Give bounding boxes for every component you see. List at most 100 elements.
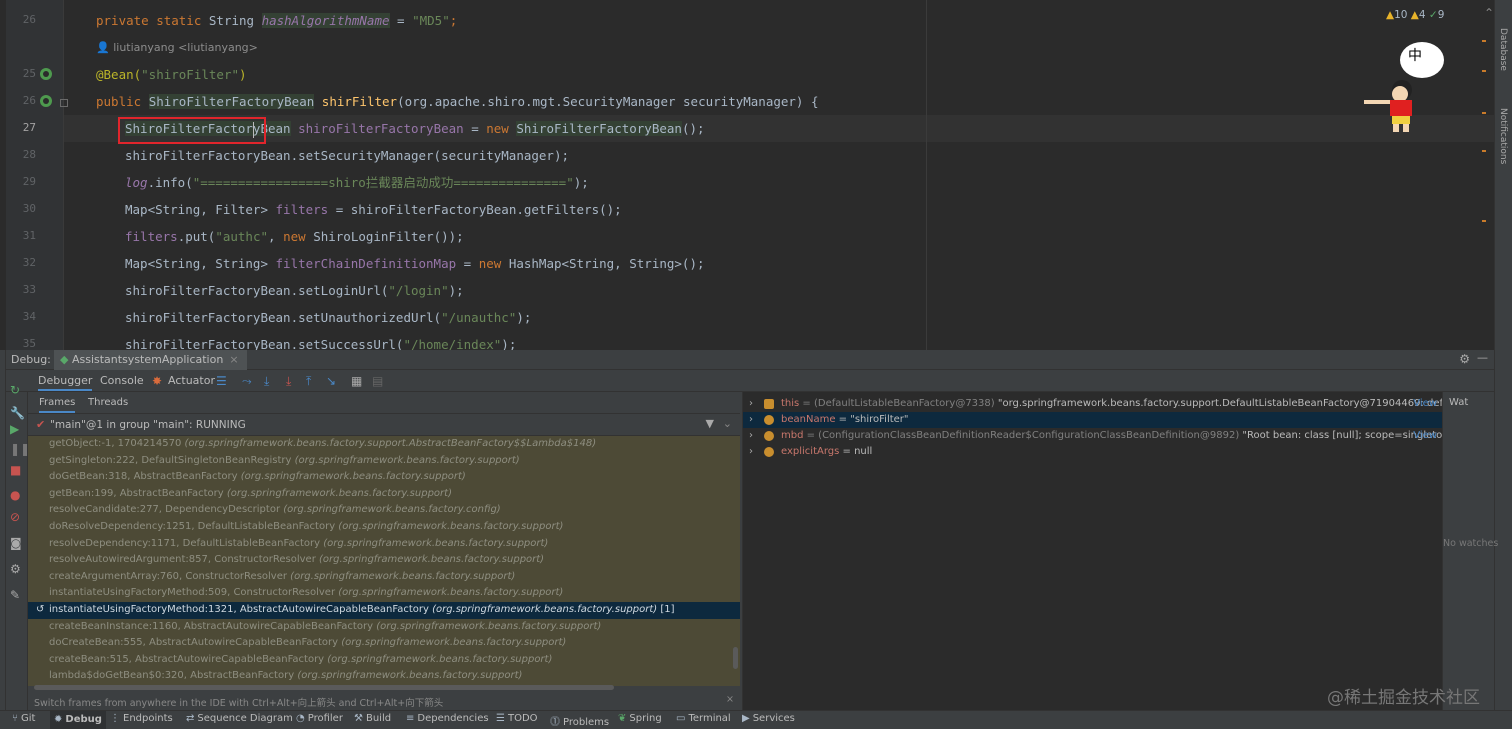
rerun-icon[interactable]: ↻ (10, 383, 20, 397)
frame-row[interactable]: doGetBean:318, AbstractBeanFactory (org.… (28, 469, 740, 486)
frame-row[interactable]: getSingleton:222, DefaultSingletonBeanRe… (28, 453, 740, 470)
evaluate-icon[interactable]: ▦ (351, 374, 362, 388)
step-into-icon[interactable]: ⤓ (286, 374, 291, 389)
frames-hint: Switch frames from anywhere in the IDE w… (28, 692, 740, 710)
frame-row[interactable]: getBean:199, AbstractBeanFactory (org.sp… (28, 486, 740, 503)
error-stripe[interactable] (1482, 40, 1486, 340)
author-hint[interactable]: 👤 liutianyang <liutianyang> (96, 34, 1512, 61)
build-tab[interactable]: ⚒ Build (354, 713, 391, 724)
list-icon: ☰ (496, 713, 505, 724)
resume-icon[interactable]: ▶ (10, 422, 19, 436)
expand-icon[interactable]: › (749, 412, 753, 428)
settings-icon[interactable]: ⚙ (10, 562, 21, 576)
frames-list[interactable]: getObject:-1, 1704214570 (org.springfram… (28, 436, 740, 686)
mute-breakpoints-icon[interactable]: ⊘ (10, 510, 20, 524)
variables-pane[interactable]: › this = (DefaultListableBeanFactory@7338… (742, 392, 1442, 710)
horizontal-scrollbar[interactable] (34, 685, 614, 690)
services-label: Services (752, 713, 795, 724)
code-token: Map<String, String> (125, 256, 276, 271)
variable-row[interactable]: › this = (DefaultListableBeanFactory@7338… (743, 396, 1442, 412)
camera-icon[interactable]: ◙ (10, 536, 22, 550)
services-tab[interactable]: ▶ Services (742, 713, 795, 724)
minimize-icon[interactable]: — (1477, 351, 1488, 364)
spring-bean-icon[interactable] (40, 68, 52, 80)
view-breakpoints-icon[interactable]: ● (10, 488, 20, 502)
code-token: shiroFilterFactoryBean.setSuccessUrl( (125, 337, 404, 350)
todo-tab[interactable]: ☰ TODO (496, 713, 538, 724)
watermark: @稀土掘金技术社区 (1327, 688, 1480, 708)
tab-actuator[interactable]: Actuator (168, 374, 215, 387)
chevron-down-icon[interactable]: ⌄ (723, 417, 732, 430)
spring-bean-icon[interactable] (40, 95, 52, 107)
endpoints-tab[interactable]: ⋮ Endpoints (110, 713, 173, 724)
wrench-icon[interactable]: 🔧 (10, 406, 25, 420)
code-line-current: ShiroFilterFactoryBean shiroFilterFactor… (64, 115, 1494, 142)
profiler-tab[interactable]: ◔ Profiler (296, 713, 343, 724)
chevron-up-icon[interactable]: ⌃ (1484, 6, 1494, 20)
frame-row[interactable]: resolveCandidate:277, DependencyDescript… (28, 502, 740, 519)
line-number: 34 (22, 310, 36, 323)
frame-row[interactable]: doResolveDependency:1251, DefaultListabl… (28, 519, 740, 536)
frame-row[interactable]: getObject:-1, 1704214570 (org.springfram… (28, 436, 740, 453)
tab-debugger[interactable]: Debugger (38, 374, 93, 391)
frame-row[interactable]: doCreateBean:555, AbstractAutowireCapabl… (28, 635, 740, 652)
tab-frames[interactable]: Frames (39, 397, 76, 413)
step-over-icon[interactable]: ⤓ (264, 374, 269, 389)
expand-icon[interactable]: › (749, 444, 753, 460)
terminal-label: Terminal (688, 713, 731, 724)
vertical-scrollbar[interactable] (733, 647, 738, 669)
debug-tab[interactable]: ✹ Debug (50, 711, 106, 729)
variable-row[interactable]: › beanName = "shiroFilter" (743, 412, 1442, 428)
frame-method: getBean:199, AbstractBeanFactory (49, 487, 227, 499)
terminal-tab[interactable]: ▭ Terminal (676, 713, 731, 724)
expand-icon[interactable]: › (749, 396, 753, 412)
variable-body: mbd = (ConfigurationClassBeanDefinitionR… (781, 428, 1442, 444)
frame-row[interactable]: resolveAutowiredArgument:857, Constructo… (28, 552, 740, 569)
frame-row[interactable]: createBeanInstance:1160, AbstractAutowir… (28, 619, 740, 636)
frame-row[interactable]: instantiateUsingFactoryMethod:509, Const… (28, 585, 740, 602)
stop-icon[interactable]: ■ (10, 463, 21, 477)
code-token: hashAlgorithmName (261, 13, 390, 28)
git-tab[interactable]: ⑂ Git (12, 713, 35, 724)
show-execution-point-icon[interactable]: ⤳ (242, 374, 252, 389)
view-link[interactable]: View (1413, 428, 1437, 444)
mascot-text: 中 (1408, 48, 1422, 64)
trace-icon[interactable]: ▤ (372, 374, 383, 388)
tab-threads[interactable]: Threads (88, 397, 128, 408)
code-token: new (283, 229, 314, 244)
frame-row[interactable]: createBean:515, AbstractAutowireCapableB… (28, 652, 740, 669)
variable-row[interactable]: › mbd = (ConfigurationClassBeanDefinition… (743, 428, 1442, 444)
hint-text: Switch frames from anywhere in the IDE w… (34, 698, 444, 709)
code-area[interactable]: private static String hashAlgorithmName … (64, 0, 1494, 350)
spring-tab[interactable]: ❦ Spring (618, 713, 662, 724)
frame-row[interactable]: resolveDependency:1171, DefaultListableB… (28, 536, 740, 553)
inspection-widget[interactable]: ▲10 ▲4 ✓9 (1386, 9, 1444, 21)
code-editor[interactable]: 26 25 26 27 28 29 30 31 32 33 34 35 priv… (0, 0, 1512, 350)
run-to-cursor-icon[interactable]: ↘ (326, 374, 336, 388)
tab-console[interactable]: Console (100, 374, 144, 387)
thread-selector[interactable]: ✔ "main"@1 in group "main": RUNNING ▼ ⌄ (28, 414, 740, 436)
variable-name: beanName (781, 414, 836, 425)
frame-row[interactable]: createArgumentArray:760, ConstructorReso… (28, 569, 740, 586)
filter-icon[interactable]: ▼ (706, 417, 714, 430)
problems-tab[interactable]: ⓵ Problems (550, 713, 609, 728)
code-token: (org.apache.shiro.mgt.SecurityManager se… (397, 94, 819, 109)
frame-method: getObject:-1, 1704214570 (49, 438, 185, 449)
sequence-diagram-tab[interactable]: ⇄ Sequence Diagram (186, 713, 293, 724)
close-icon[interactable]: × (726, 694, 734, 705)
gear-icon[interactable]: ⚙ (1459, 352, 1470, 366)
database-tab[interactable]: Database (1498, 28, 1508, 71)
selected-frame-row[interactable]: ↺ instantiateUsingFactoryMethod:1321, Abs… (28, 601, 740, 619)
run-config-tab[interactable]: ◆ AssistantsystemApplication × (54, 350, 247, 370)
frame-row[interactable]: lambda$doGetBean$0:320, AbstractBeanFact… (28, 668, 740, 685)
notifications-tab[interactable]: Notifications (1498, 108, 1508, 164)
view-link[interactable]: View (1413, 396, 1437, 412)
variable-row[interactable]: › explicitArgs = null (743, 444, 1442, 460)
step-out-icon[interactable]: ⤒ (306, 374, 311, 389)
close-icon[interactable]: × (229, 353, 238, 366)
expand-icon[interactable]: › (749, 428, 753, 444)
tab-watches[interactable]: Wat (1449, 397, 1468, 408)
dependencies-tab[interactable]: ≡ Dependencies (406, 713, 489, 724)
layout-icon[interactable]: ☰ (216, 374, 227, 388)
pin-icon[interactable]: ✎ (10, 588, 20, 602)
